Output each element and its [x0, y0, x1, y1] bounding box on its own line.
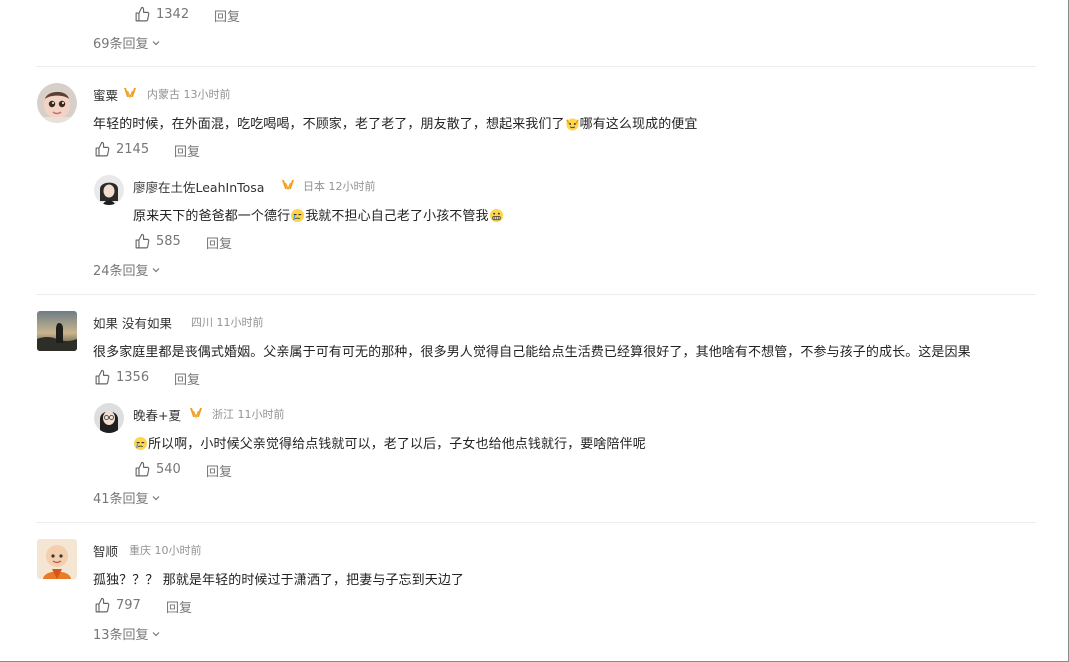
- thumbs-up-icon: [95, 369, 110, 384]
- vip-badge-icon: [124, 88, 136, 99]
- view-replies-link[interactable]: 69条回复: [93, 33, 161, 52]
- username[interactable]: 廖廖在土佐LeahInTosa: [133, 177, 264, 196]
- username[interactable]: 智顺: [93, 541, 118, 560]
- reply-text-part: 我就不担心自己老了小孩不管我: [305, 209, 489, 224]
- like-button[interactable]: 1342: [134, 4, 189, 24]
- vip-badge-icon: [190, 408, 202, 419]
- username[interactable]: 如果 没有如果: [93, 313, 172, 332]
- vip-badge-icon: [282, 180, 294, 191]
- chevron-down-icon: [152, 40, 159, 45]
- comment-meta: 日本 12小时前: [303, 178, 376, 194]
- like-count: 1342: [156, 6, 190, 22]
- comment-panel: 1342 回复 69条回复 蜜粟 内蒙古 13小时前 年轻的时候，在外面混，吃吃…: [0, 0, 1069, 662]
- like-count: 540: [156, 461, 181, 477]
- like-button[interactable]: 2145: [94, 139, 149, 159]
- reply-button[interactable]: 回复: [214, 6, 240, 25]
- avatar[interactable]: [37, 311, 77, 351]
- comment-text-part: 哪有这么现成的便宜: [579, 117, 698, 132]
- view-replies-label: 24条回复: [93, 264, 149, 279]
- view-replies-label: 13条回复: [93, 628, 149, 643]
- divider: [36, 522, 1036, 523]
- timestamp: 11小时前: [237, 408, 285, 421]
- reply-button[interactable]: 回复: [174, 141, 200, 160]
- location: 内蒙古: [147, 88, 180, 101]
- view-replies-label: 41条回复: [93, 492, 149, 507]
- comment-text: 很多家庭里都是丧偶式婚姻。父亲属于可有可无的那种，很多男人觉得自己能给点生活费已…: [93, 345, 971, 360]
- comment-meta: 四川 11小时前: [191, 314, 264, 330]
- reply-text-part: 所以啊，小时候父亲觉得给点钱就可以，老了以后，子女也给他点钱就行，要啥陪伴呢: [148, 437, 646, 452]
- location: 重庆: [129, 544, 151, 557]
- reply-text: 原来天下的爸爸都一个德行 我就不担心自己老了小孩不管我: [133, 205, 504, 224]
- thumbs-up-icon: [135, 233, 150, 248]
- grin-emoji-icon: [489, 208, 503, 223]
- like-count: 585: [156, 233, 181, 249]
- crying-emoji-icon: [133, 436, 148, 451]
- view-replies-label: 69条回复: [93, 37, 149, 52]
- like-button[interactable]: 797: [94, 595, 141, 615]
- chevron-down-icon: [152, 267, 159, 272]
- location: 浙江: [212, 408, 234, 421]
- comment-meta: 内蒙古 13小时前: [147, 86, 231, 102]
- thumbs-up-icon: [135, 6, 150, 21]
- like-button[interactable]: 1356: [94, 367, 149, 387]
- thumbs-up-icon: [135, 461, 150, 476]
- username[interactable]: 蜜粟: [93, 85, 118, 104]
- comment-meta: 浙江 11小时前: [212, 406, 285, 422]
- comment-text: 孤独？？？ 那就是年轻的时候过于潇洒了，把妻与子忘到天边了: [93, 573, 465, 588]
- thumbs-up-icon: [95, 141, 110, 156]
- chevron-down-icon: [152, 495, 159, 500]
- avatar[interactable]: [94, 175, 124, 205]
- location: 日本: [303, 180, 325, 193]
- baby-avatar-image: [37, 83, 77, 123]
- reply-text-part: 原来天下的爸爸都一个德行: [133, 209, 291, 224]
- reply-button[interactable]: 回复: [174, 369, 200, 388]
- landscape-avatar-image: [37, 311, 77, 351]
- reply-button[interactable]: 回复: [206, 461, 232, 480]
- avatar[interactable]: [37, 539, 77, 579]
- chevron-down-icon: [152, 631, 159, 636]
- thumbs-up-icon: [95, 597, 110, 612]
- user-avatar-image: [94, 175, 124, 205]
- like-button[interactable]: 540: [134, 459, 181, 479]
- view-replies-link[interactable]: 41条回复: [93, 488, 161, 507]
- view-replies-link[interactable]: 24条回复: [93, 260, 161, 279]
- comment-text-part: 年轻的时候，在外面混，吃吃喝喝，不顾家，老了老了，朋友散了，想起来我们了: [93, 117, 565, 132]
- user-avatar-image: [94, 403, 124, 433]
- crying-emoji-icon: [291, 208, 305, 223]
- reply-button[interactable]: 回复: [206, 233, 232, 252]
- timestamp: 11小时前: [216, 316, 264, 329]
- reply-text: 所以啊，小时候父亲觉得给点钱就可以，老了以后，子女也给他点钱就行，要啥陪伴呢: [133, 433, 646, 452]
- cat-emoji-icon: [565, 118, 579, 131]
- like-button[interactable]: 585: [134, 231, 181, 251]
- timestamp: 10小时前: [154, 544, 202, 557]
- avatar[interactable]: [94, 403, 124, 433]
- timestamp: 13小时前: [183, 88, 231, 101]
- location: 四川: [191, 316, 213, 329]
- like-count: 1356: [116, 369, 150, 385]
- view-replies-link[interactable]: 13条回复: [93, 624, 161, 643]
- divider: [36, 294, 1036, 295]
- avatar[interactable]: [37, 83, 77, 123]
- comment-meta: 重庆 10小时前: [129, 542, 202, 558]
- reply-button[interactable]: 回复: [166, 597, 192, 616]
- divider: [36, 66, 1036, 67]
- timestamp: 12小时前: [328, 180, 376, 193]
- username[interactable]: 晚春+夏: [133, 405, 181, 424]
- monk-avatar-image: [37, 539, 77, 579]
- like-count: 797: [116, 597, 141, 613]
- comment-text: 年轻的时候，在外面混，吃吃喝喝，不顾家，老了老了，朋友散了，想起来我们了 哪有这么…: [93, 113, 698, 132]
- like-count: 2145: [116, 141, 150, 157]
